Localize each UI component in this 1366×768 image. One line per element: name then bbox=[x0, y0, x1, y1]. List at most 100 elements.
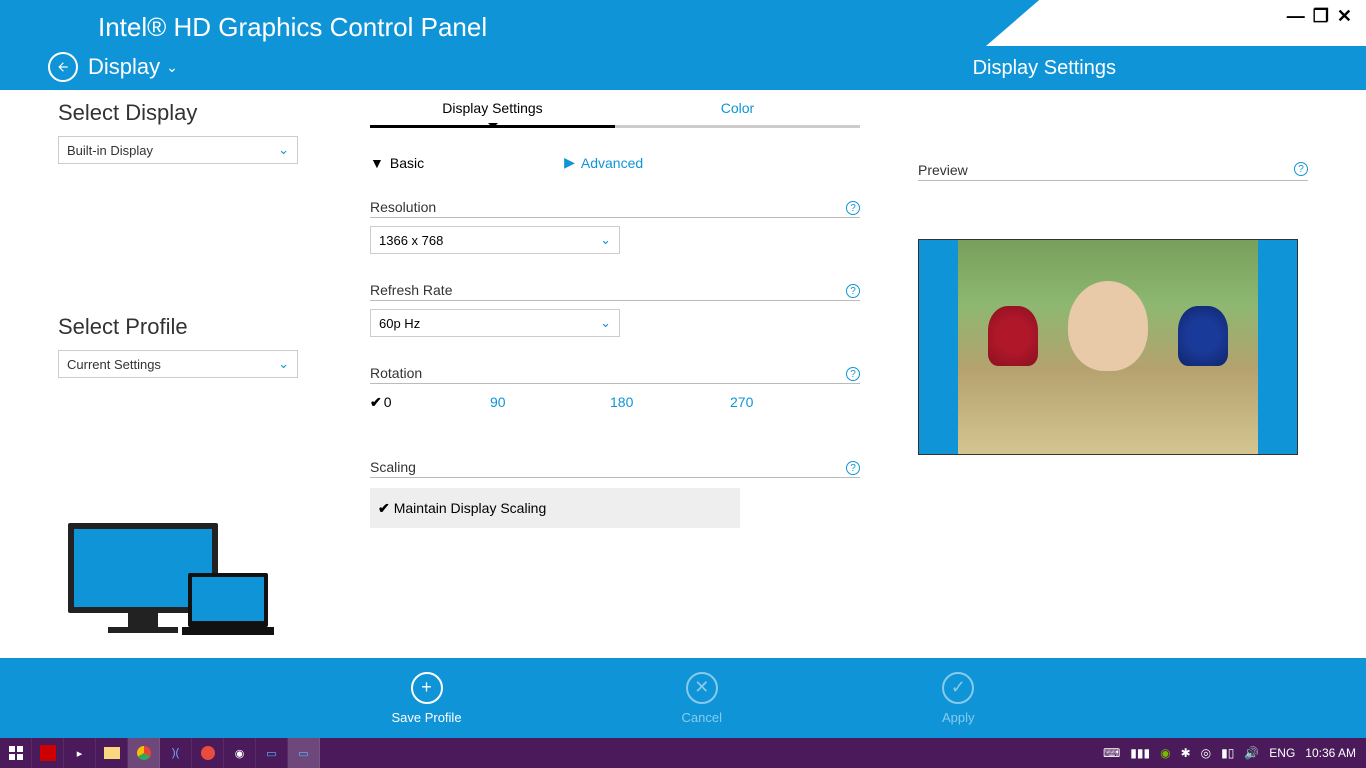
intel-logo: intel bbox=[1288, 46, 1348, 82]
cancel-label: Cancel bbox=[682, 710, 722, 725]
bluetooth-icon[interactable]: ✱ bbox=[1181, 746, 1191, 760]
rotation-180[interactable]: 180 bbox=[610, 394, 730, 411]
resolution-value: 1366 x 768 bbox=[379, 233, 443, 248]
keyboard-icon[interactable]: ⌨ bbox=[1103, 746, 1120, 760]
steam-tray-icon[interactable]: ◎ bbox=[1201, 746, 1211, 760]
center-column: Display Settings Color ▼ Basic ▶ Advance… bbox=[370, 100, 860, 528]
intel-panel-icon: ▭ bbox=[298, 747, 308, 760]
header-nav: Display ⌄ bbox=[48, 52, 178, 82]
nvidia-icon[interactable]: ◉ bbox=[1160, 746, 1170, 760]
scaling-value: Maintain Display Scaling bbox=[394, 500, 547, 516]
minimize-icon[interactable]: — bbox=[1287, 6, 1305, 27]
help-icon[interactable]: ? bbox=[846, 367, 860, 381]
scaling-option[interactable]: Maintain Display Scaling bbox=[370, 488, 740, 528]
rotation-0[interactable]: 0 bbox=[370, 394, 490, 411]
refresh-dropdown[interactable]: 60p Hz ⌄ bbox=[370, 309, 620, 337]
mode-basic-label: Basic bbox=[390, 155, 424, 171]
pdf-icon bbox=[40, 745, 56, 761]
help-icon[interactable]: ? bbox=[846, 284, 860, 298]
preview-box bbox=[918, 239, 1298, 455]
action-bar: + Save Profile ✕ Cancel ✓ Apply bbox=[0, 658, 1366, 738]
rotation-label: Rotation bbox=[370, 365, 422, 381]
select-display-heading: Select Display bbox=[58, 100, 298, 126]
back-button[interactable] bbox=[48, 52, 78, 82]
refresh-group: Refresh Rate ? 60p Hz ⌄ bbox=[370, 282, 860, 337]
clock[interactable]: 10:36 AM bbox=[1305, 746, 1356, 760]
preview-header: Preview ? bbox=[918, 162, 1308, 181]
rotation-270[interactable]: 270 bbox=[730, 394, 850, 411]
help-icon[interactable]: ? bbox=[1294, 162, 1308, 176]
apply-button[interactable]: ✓ Apply bbox=[942, 672, 975, 725]
taskbar-app-5[interactable]: )( bbox=[160, 738, 192, 768]
app-icon: )( bbox=[172, 747, 179, 759]
start-button[interactable] bbox=[0, 738, 32, 768]
mode-row: ▼ Basic ▶ Advanced bbox=[370, 154, 860, 171]
select-profile-heading: Select Profile bbox=[58, 314, 298, 340]
taskbar-left: ▸ )( ◉ ▭ ▭ bbox=[0, 738, 320, 768]
tab-display-settings[interactable]: Display Settings bbox=[370, 100, 615, 128]
mode-basic[interactable]: ▼ Basic bbox=[370, 154, 424, 171]
x-icon: ✕ bbox=[686, 672, 718, 704]
triangle-right-icon: ▶ bbox=[564, 154, 575, 171]
select-profile-value: Current Settings bbox=[67, 357, 161, 372]
select-display-dropdown[interactable]: Built-in Display ⌄ bbox=[58, 136, 298, 164]
triangle-down-icon: ▼ bbox=[370, 155, 384, 171]
preview-hand-left bbox=[988, 306, 1038, 366]
tabs: Display Settings Color bbox=[370, 100, 860, 128]
rotation-group: Rotation ? 0 90 180 270 bbox=[370, 365, 860, 411]
steam-icon: ◉ bbox=[235, 747, 245, 760]
taskbar-app-8[interactable]: ▭ bbox=[256, 738, 288, 768]
chevron-down-icon: ⌄ bbox=[278, 356, 289, 372]
taskbar-app-7[interactable]: ◉ bbox=[224, 738, 256, 768]
resolution-dropdown[interactable]: 1366 x 768 ⌄ bbox=[370, 226, 620, 254]
resolution-label: Resolution bbox=[370, 199, 436, 215]
save-profile-label: Save Profile bbox=[391, 710, 461, 725]
explorer-icon bbox=[104, 747, 120, 759]
save-profile-button[interactable]: + Save Profile bbox=[391, 672, 461, 725]
restore-icon[interactable]: ❐ bbox=[1313, 6, 1329, 27]
close-icon[interactable]: ✕ bbox=[1337, 6, 1352, 27]
logo-area: intel bbox=[1288, 46, 1348, 82]
wifi-icon[interactable]: ▮▮▮ bbox=[1130, 746, 1150, 760]
tab-color[interactable]: Color bbox=[615, 100, 860, 128]
language-indicator[interactable]: ENG bbox=[1269, 746, 1295, 760]
monitor-icon: ▭ bbox=[266, 747, 276, 760]
left-column: Select Display Built-in Display ⌄ Select… bbox=[58, 100, 298, 378]
plus-icon: + bbox=[411, 672, 443, 704]
taskbar-app-1[interactable] bbox=[32, 738, 64, 768]
taskbar-app-4[interactable] bbox=[128, 738, 160, 768]
mode-advanced[interactable]: ▶ Advanced bbox=[564, 154, 643, 171]
taskbar-app-3[interactable] bbox=[96, 738, 128, 768]
refresh-label: Refresh Rate bbox=[370, 282, 452, 298]
windows-icon bbox=[9, 746, 23, 760]
chevron-down-icon: ⌄ bbox=[600, 232, 611, 248]
window-controls: — ❐ ✕ bbox=[1287, 6, 1352, 27]
preview-label: Preview bbox=[918, 162, 968, 178]
cancel-button[interactable]: ✕ Cancel bbox=[682, 672, 722, 725]
taskbar-app-6[interactable] bbox=[192, 738, 224, 768]
section-dropdown[interactable]: Display ⌄ bbox=[88, 54, 178, 80]
battery-icon[interactable]: ▮▯ bbox=[1221, 746, 1234, 760]
chevron-down-icon: ⌄ bbox=[600, 315, 611, 331]
check-icon: ✓ bbox=[942, 672, 974, 704]
chevron-down-icon: ⌄ bbox=[278, 142, 289, 158]
select-profile-dropdown[interactable]: Current Settings ⌄ bbox=[58, 350, 298, 378]
content-area: Select Display Built-in Display ⌄ Select… bbox=[0, 90, 1366, 658]
help-icon[interactable]: ? bbox=[846, 201, 860, 215]
mode-advanced-label: Advanced bbox=[581, 155, 643, 171]
app-title: Intel® HD Graphics Control Panel bbox=[98, 12, 487, 43]
rotation-90[interactable]: 90 bbox=[490, 394, 610, 411]
arrow-left-icon bbox=[56, 60, 70, 74]
preview-hand-right bbox=[1178, 306, 1228, 366]
header-band: — ❐ ✕ Intel® HD Graphics Control Panel D… bbox=[0, 0, 1366, 90]
select-profile-section: Select Profile Current Settings ⌄ bbox=[58, 314, 298, 378]
taskbar-right: ⌨ ▮▮▮ ◉ ✱ ◎ ▮▯ 🔊 ENG 10:36 AM bbox=[1103, 746, 1366, 760]
taskbar-app-9[interactable]: ▭ bbox=[288, 738, 320, 768]
volume-icon[interactable]: 🔊 bbox=[1244, 746, 1259, 760]
rotation-options: 0 90 180 270 bbox=[370, 394, 860, 411]
scaling-group: Scaling ? Maintain Display Scaling bbox=[370, 459, 860, 528]
monitors-illustration bbox=[58, 513, 278, 658]
taskbar-app-2[interactable]: ▸ bbox=[64, 738, 96, 768]
help-icon[interactable]: ? bbox=[846, 461, 860, 475]
chevron-down-icon: ⌄ bbox=[166, 59, 178, 76]
